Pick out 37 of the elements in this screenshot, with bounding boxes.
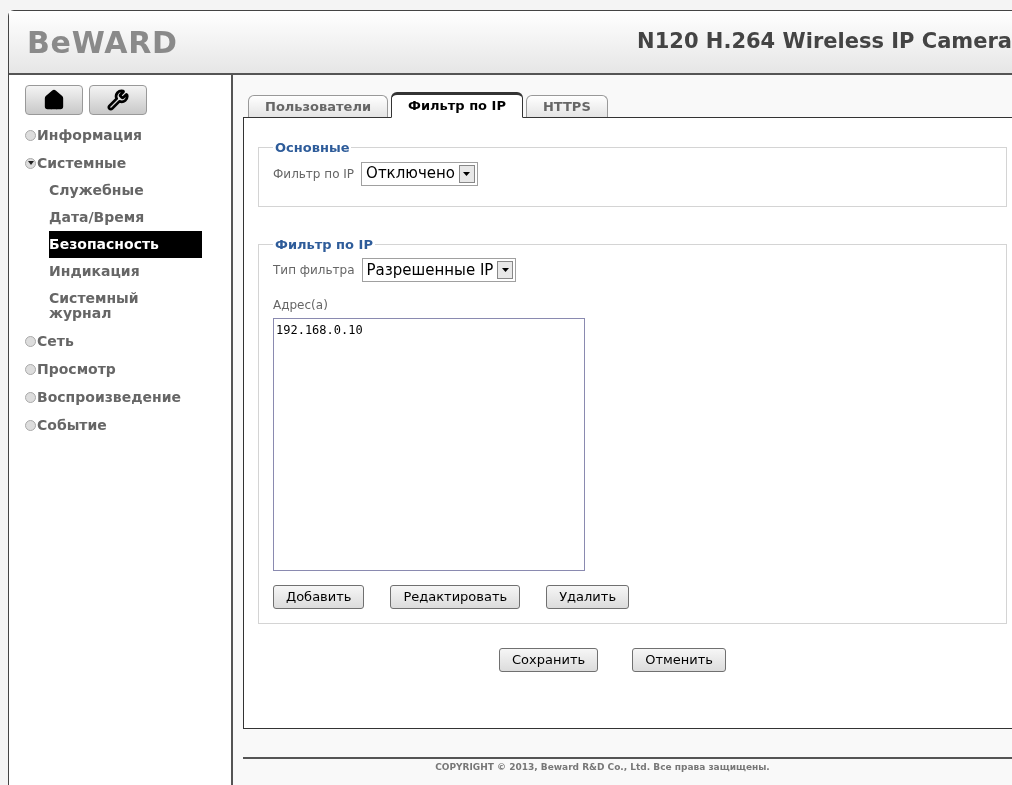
logo: BeWARD <box>27 23 178 62</box>
form-button[interactable]: Добавить <box>273 585 365 609</box>
sidebar-subitem[interactable]: Безопасность <box>49 231 202 258</box>
caret-icon <box>497 261 514 279</box>
form-button[interactable]: Сохранить <box>499 648 599 672</box>
home-icon <box>43 89 65 111</box>
sidebar-subitem[interactable]: Индикация <box>49 258 202 285</box>
field-label: Адрес(а) <box>273 297 329 314</box>
sidebar-item[interactable]: Информация <box>37 124 142 146</box>
sidebar-item[interactable]: Системные <box>37 152 127 174</box>
sidebar-item[interactable]: Событие <box>37 414 107 436</box>
address-entry[interactable]: 192.168.0.10 <box>276 321 582 339</box>
sidebar-item[interactable]: Просмотр <box>37 358 116 380</box>
sidebar-item[interactable]: Сеть <box>37 330 74 352</box>
group-title: Фильтр по IP <box>274 235 374 254</box>
sidebar-item[interactable]: Воспроизведение <box>37 386 181 408</box>
window-title: N120 H.264 Wireless IP Camera <box>637 28 1012 56</box>
form-button[interactable]: Редактировать <box>390 585 521 609</box>
dropdown-field[interactable]: Отключено <box>361 161 478 186</box>
home-button[interactable] <box>25 85 83 115</box>
caret-icon <box>459 164 475 183</box>
copyright-text: COPYRIGHT © 2013, Beward R&D Co., Ltd. Все права защищены. <box>435 761 770 774</box>
tab[interactable]: Пользователи <box>248 95 389 117</box>
sidebar-subitem[interactable]: Дата/Время <box>49 204 202 231</box>
form-button[interactable]: Отменить <box>632 648 726 672</box>
sidebar-subitem[interactable]: Служебные <box>49 177 202 204</box>
sidebar-subitem[interactable]: Системный журнал <box>49 285 202 327</box>
dropdown-field[interactable]: Разрешенные IP <box>361 258 517 282</box>
form-button[interactable]: Удалить <box>546 585 630 609</box>
group-title: Основные <box>274 139 351 157</box>
tab[interactable]: Фильтр по IP <box>391 92 523 118</box>
tools-button[interactable] <box>89 85 147 115</box>
tab[interactable]: HTTPS <box>525 95 608 117</box>
address-list[interactable]: 192.168.0.10 <box>273 318 585 571</box>
field-label: Тип фильтра <box>273 262 355 279</box>
wrench-icon <box>107 89 129 111</box>
field-label: Фильтр по IP <box>273 165 355 183</box>
